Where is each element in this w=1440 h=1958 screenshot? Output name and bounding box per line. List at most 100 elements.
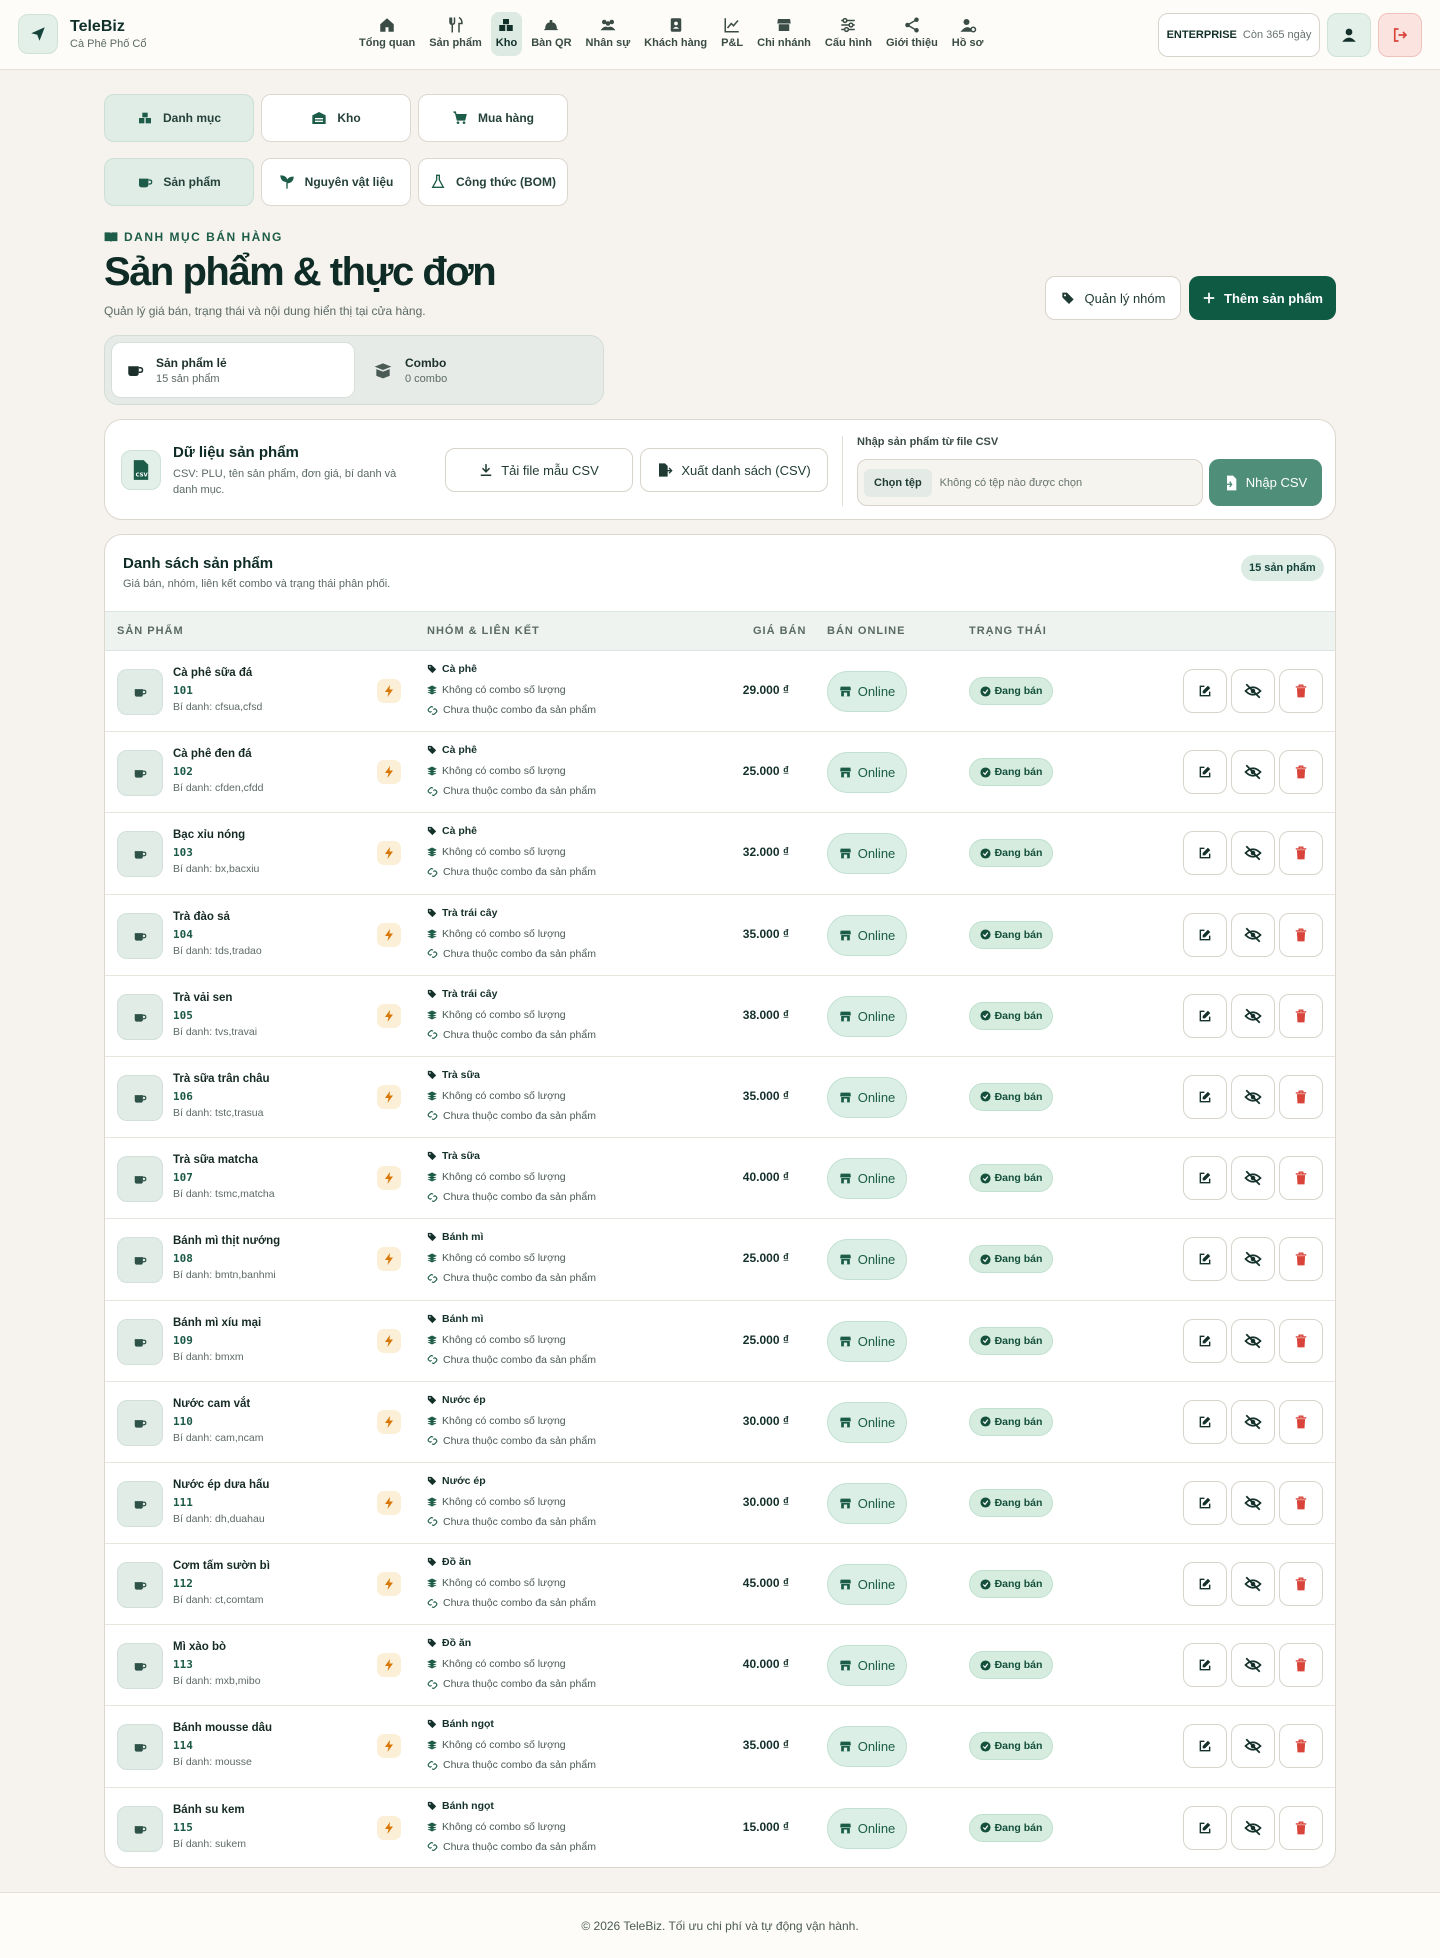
quick-sale-toggle[interactable] bbox=[377, 1572, 401, 1597]
status-badge[interactable]: Đang bán bbox=[969, 839, 1053, 868]
tab-bom[interactable]: Công thức (BOM) bbox=[418, 158, 568, 206]
table-row[interactable]: Trà vải sen 105 Bí danh: tvs,travai Trà … bbox=[105, 976, 1335, 1057]
hide-button[interactable] bbox=[1231, 1074, 1275, 1119]
tab-purchasing[interactable]: Mua hàng bbox=[418, 94, 568, 142]
delete-button[interactable] bbox=[1279, 831, 1323, 876]
online-sale-toggle[interactable]: Online bbox=[827, 752, 907, 794]
online-sale-toggle[interactable]: Online bbox=[827, 1239, 907, 1281]
brand[interactable]: TeleBiz Cà Phê Phố Cổ bbox=[18, 14, 146, 54]
online-sale-toggle[interactable]: Online bbox=[827, 1807, 907, 1849]
hide-button[interactable] bbox=[1231, 1318, 1275, 1363]
online-sale-toggle[interactable]: Online bbox=[827, 914, 907, 956]
quick-sale-toggle[interactable] bbox=[377, 1328, 401, 1353]
online-sale-toggle[interactable]: Online bbox=[827, 1726, 907, 1768]
quick-sale-toggle[interactable] bbox=[377, 1815, 401, 1840]
hide-button[interactable] bbox=[1231, 1237, 1275, 1282]
hide-button[interactable] bbox=[1231, 1399, 1275, 1444]
online-sale-toggle[interactable]: Online bbox=[827, 1564, 907, 1606]
hide-button[interactable] bbox=[1231, 669, 1275, 713]
manage-groups-button[interactable]: Quản lý nhóm bbox=[1045, 276, 1181, 320]
edit-button[interactable] bbox=[1183, 1399, 1227, 1444]
tab-materials[interactable]: Nguyên vật liệu bbox=[261, 158, 411, 206]
download-template-button[interactable]: Tải file mẫu CSV bbox=[445, 448, 633, 492]
edit-button[interactable] bbox=[1183, 1318, 1227, 1363]
table-row[interactable]: Bánh su kem 115 Bí danh: sukem Bánh ngọt… bbox=[105, 1788, 1335, 1867]
quick-sale-toggle[interactable] bbox=[377, 922, 401, 947]
quick-sale-toggle[interactable] bbox=[377, 760, 401, 785]
table-row[interactable]: Cơm tấm sườn bì 112 Bí danh: ct,comtam Đ… bbox=[105, 1544, 1335, 1626]
delete-button[interactable] bbox=[1279, 1156, 1323, 1201]
online-sale-toggle[interactable]: Online bbox=[827, 1076, 907, 1118]
delete-button[interactable] bbox=[1279, 1237, 1323, 1282]
delete-button[interactable] bbox=[1279, 912, 1323, 957]
quick-sale-toggle[interactable] bbox=[377, 841, 401, 866]
edit-button[interactable] bbox=[1183, 1724, 1227, 1769]
status-badge[interactable]: Đang bán bbox=[969, 1001, 1053, 1030]
status-badge[interactable]: Đang bán bbox=[969, 677, 1053, 705]
add-product-button[interactable]: Thêm sản phẩm bbox=[1189, 276, 1336, 320]
column-header-product[interactable]: SẢN PHẨM bbox=[117, 625, 184, 637]
edit-button[interactable] bbox=[1183, 1480, 1227, 1525]
csv-file-input[interactable]: Chọn tệp Không có tệp nào được chọn bbox=[857, 459, 1203, 506]
column-header-group[interactable]: NHÓM & LIÊN KẾT bbox=[427, 625, 540, 637]
hide-button[interactable] bbox=[1231, 912, 1275, 957]
nav-item-inventory[interactable]: Kho bbox=[490, 12, 523, 56]
table-row[interactable]: Bánh mousse dâu 114 Bí danh: mousse Bánh… bbox=[105, 1706, 1335, 1788]
delete-button[interactable] bbox=[1279, 1562, 1323, 1607]
hide-button[interactable] bbox=[1231, 1156, 1275, 1201]
table-row[interactable]: Nước cam vắt 110 Bí danh: cam,ncam Nước … bbox=[105, 1382, 1335, 1463]
hide-button[interactable] bbox=[1231, 1724, 1275, 1769]
logout-button[interactable] bbox=[1378, 13, 1422, 57]
delete-button[interactable] bbox=[1279, 1399, 1323, 1444]
online-sale-toggle[interactable]: Online bbox=[827, 1158, 907, 1200]
account-button[interactable] bbox=[1327, 13, 1371, 57]
tab-products[interactable]: Sản phẩm bbox=[104, 158, 254, 206]
table-row[interactable]: Nước ép dưa hấu 111 Bí danh: dh,duahau N… bbox=[105, 1463, 1335, 1545]
status-badge[interactable]: Đang bán bbox=[969, 1245, 1053, 1274]
delete-button[interactable] bbox=[1279, 1643, 1323, 1688]
edit-button[interactable] bbox=[1183, 912, 1227, 957]
delete-button[interactable] bbox=[1279, 1074, 1323, 1119]
table-row[interactable]: Trà sữa trân châu 106 Bí danh: tstc,tras… bbox=[105, 1057, 1335, 1139]
column-header-price[interactable]: GIÁ BÁN bbox=[753, 625, 806, 637]
nav-item-customers[interactable]: Khách hàng bbox=[639, 12, 712, 56]
online-sale-toggle[interactable]: Online bbox=[827, 1320, 907, 1362]
delete-button[interactable] bbox=[1279, 993, 1323, 1038]
edit-button[interactable] bbox=[1183, 831, 1227, 876]
edit-button[interactable] bbox=[1183, 1237, 1227, 1282]
import-csv-button[interactable]: Nhập CSV bbox=[1209, 459, 1322, 506]
quick-sale-toggle[interactable] bbox=[377, 1734, 401, 1759]
status-badge[interactable]: Đang bán bbox=[969, 1732, 1053, 1761]
table-row[interactable]: Trà đào sả 104 Bí danh: tds,tradao Trà t… bbox=[105, 895, 1335, 976]
edit-button[interactable] bbox=[1183, 1805, 1227, 1850]
column-header-status[interactable]: TRẠNG THÁI bbox=[969, 625, 1047, 637]
online-sale-toggle[interactable]: Online bbox=[827, 671, 907, 712]
quick-sale-toggle[interactable] bbox=[377, 1490, 401, 1515]
delete-button[interactable] bbox=[1279, 1724, 1323, 1769]
status-badge[interactable]: Đang bán bbox=[969, 1407, 1053, 1436]
online-sale-toggle[interactable]: Online bbox=[827, 1645, 907, 1687]
edit-button[interactable] bbox=[1183, 993, 1227, 1038]
tab-catalog[interactable]: Danh mục bbox=[104, 94, 254, 142]
table-row[interactable]: Bạc xỉu nóng 103 Bí danh: bx,bacxiu Cà p… bbox=[105, 813, 1335, 895]
delete-button[interactable] bbox=[1279, 1805, 1323, 1850]
table-row[interactable]: Bánh mì thịt nướng 108 Bí danh: bmtn,ban… bbox=[105, 1219, 1335, 1301]
hide-button[interactable] bbox=[1231, 993, 1275, 1038]
edit-button[interactable] bbox=[1183, 669, 1227, 713]
hide-button[interactable] bbox=[1231, 1643, 1275, 1688]
table-row[interactable]: Bánh mì xíu mại 109 Bí danh: bmxm Bánh m… bbox=[105, 1301, 1335, 1382]
status-badge[interactable]: Đang bán bbox=[969, 1326, 1053, 1355]
nav-item-settings[interactable]: Cấu hình bbox=[820, 12, 877, 56]
nav-item-products[interactable]: Sản phẩm bbox=[424, 12, 487, 56]
online-sale-toggle[interactable]: Online bbox=[827, 833, 907, 875]
online-sale-toggle[interactable]: Online bbox=[827, 1482, 907, 1524]
table-row[interactable]: Mì xào bò 113 Bí danh: mxb,mibo Đồ ăn Kh… bbox=[105, 1625, 1335, 1707]
delete-button[interactable] bbox=[1279, 1318, 1323, 1363]
online-sale-toggle[interactable]: Online bbox=[827, 1401, 907, 1443]
status-badge[interactable]: Đang bán bbox=[969, 1488, 1053, 1517]
edit-button[interactable] bbox=[1183, 1156, 1227, 1201]
nav-item-pnl[interactable]: P&L bbox=[716, 12, 748, 56]
nav-item-staff[interactable]: Nhân sự bbox=[581, 12, 636, 56]
quick-sale-toggle[interactable] bbox=[377, 1084, 401, 1109]
status-badge[interactable]: Đang bán bbox=[969, 1570, 1053, 1599]
